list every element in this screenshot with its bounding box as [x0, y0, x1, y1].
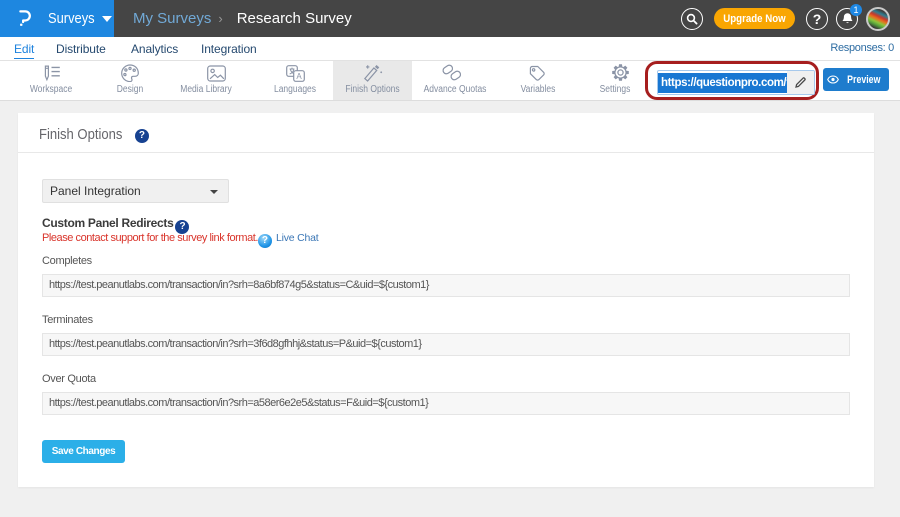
svg-text:A: A	[296, 72, 302, 81]
